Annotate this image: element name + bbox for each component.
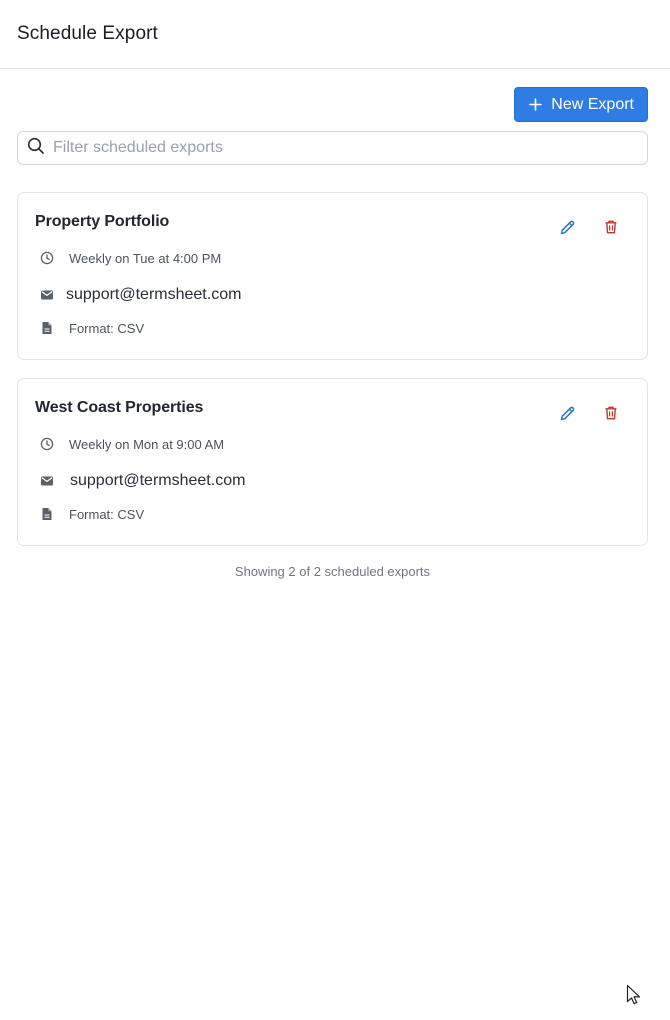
trash-icon	[605, 406, 617, 420]
file-icon	[40, 507, 54, 521]
format-row: Format: CSV	[40, 504, 647, 524]
export-card: Property Portfolio Weekly on Tue at 4:00…	[17, 192, 648, 360]
card-actions	[557, 217, 621, 237]
edit-button[interactable]	[557, 403, 577, 423]
email-row: support@termsheet.com	[40, 284, 647, 306]
export-list: Property Portfolio Weekly on Tue at 4:00…	[17, 192, 648, 579]
clock-icon	[40, 437, 54, 451]
clock-icon	[40, 251, 54, 265]
schedule-row: Weekly on Tue at 4:00 PM	[40, 248, 647, 268]
export-card: West Coast Properties Weekly on Mon at 9…	[17, 378, 648, 546]
schedule-text: Weekly on Mon at 9:00 AM	[69, 436, 225, 452]
export-name: West Coast Properties	[35, 399, 204, 416]
email-text: support@termsheet.com	[66, 286, 242, 303]
toolbar: New Export	[0, 69, 670, 122]
results-count: Showing 2 of 2 scheduled exports	[234, 564, 431, 579]
new-export-button[interactable]: New Export	[514, 87, 648, 122]
schedule-export-page: Schedule Export New Export Property Port…	[0, 0, 670, 1020]
pencil-icon	[560, 406, 574, 420]
format-row: Format: CSV	[40, 318, 647, 338]
trash-icon	[605, 220, 617, 234]
header: Schedule Export	[0, 0, 670, 69]
email-text: support@termsheet.com	[70, 472, 246, 489]
page-title: Schedule Export	[17, 23, 158, 44]
search-input[interactable]	[51, 132, 647, 164]
mail-icon	[40, 288, 54, 302]
schedule-row: Weekly on Mon at 9:00 AM	[40, 434, 647, 454]
format-text: Format: CSV	[69, 320, 145, 336]
search-icon	[27, 137, 45, 160]
new-export-label: New Export	[551, 95, 634, 113]
edit-button[interactable]	[557, 217, 577, 237]
plus-icon	[529, 98, 543, 111]
search-box	[17, 131, 648, 165]
email-row: support@termsheet.com	[40, 470, 647, 492]
mail-icon	[40, 474, 54, 488]
mouse-cursor-icon	[626, 984, 642, 1011]
export-name: Property Portfolio	[35, 213, 170, 230]
pencil-icon	[560, 220, 574, 234]
delete-button[interactable]	[601, 217, 621, 237]
file-icon	[40, 321, 54, 335]
format-text: Format: CSV	[69, 506, 145, 522]
schedule-text: Weekly on Tue at 4:00 PM	[69, 250, 222, 266]
delete-button[interactable]	[601, 403, 621, 423]
card-actions	[557, 403, 621, 423]
